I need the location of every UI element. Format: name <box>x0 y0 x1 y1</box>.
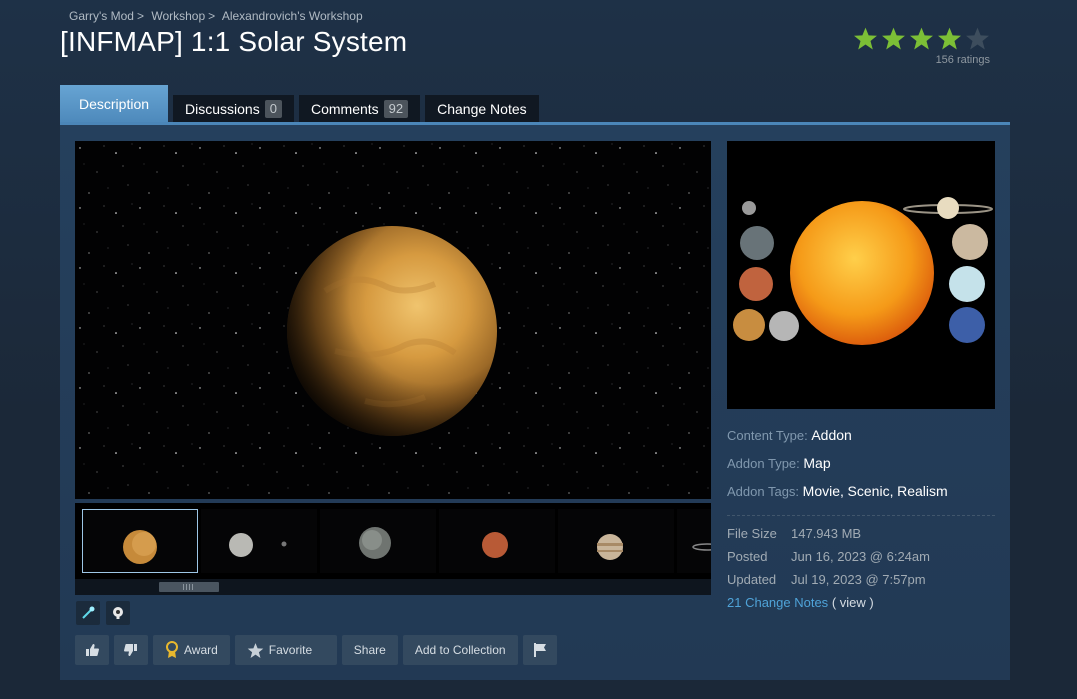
addon-type-link[interactable]: Map <box>803 455 830 471</box>
breadcrumb-author-workshop[interactable]: Alexandrovich's Workshop <box>222 9 363 23</box>
stat-value: 147.943 MB <box>791 526 862 541</box>
detail-label: Content Type: <box>727 428 808 443</box>
main-screenshot[interactable] <box>75 141 711 499</box>
thumbs-down-icon <box>124 644 137 656</box>
page-title: [INFMAP] 1:1 Solar System <box>60 26 408 57</box>
change-notes-link[interactable]: 21 Change Notes <box>727 595 828 610</box>
detail-addon-tags: Addon Tags: Movie, Scenic, Realism <box>727 477 997 505</box>
item-actions: Award Favorite Share Add to Collection <box>75 635 557 665</box>
tag-realism-link[interactable]: Realism <box>897 483 948 499</box>
breadcrumb: Garry's Mod > Workshop > Alexandrovich's W… <box>69 9 363 23</box>
tab-label: Change Notes <box>437 101 527 117</box>
ratings-count: 156 ratings <box>935 54 990 66</box>
tab-bar: Description Discussions 0 Comments 92 Chan… <box>60 85 544 123</box>
share-label: Share <box>353 643 386 657</box>
star-icon <box>938 27 961 50</box>
thumbnail-mars[interactable] <box>439 509 555 573</box>
scrollbar-handle[interactable] <box>159 582 219 592</box>
vote-down-button[interactable] <box>114 635 148 665</box>
description-panel: Award Favorite Share Add to Collection C… <box>60 122 1010 680</box>
thumbnail-scrollbar[interactable] <box>75 579 711 595</box>
count-badge: 92 <box>383 100 409 118</box>
thumbnail-saturn[interactable] <box>677 509 711 573</box>
breadcrumb-separator: > <box>208 9 216 23</box>
tab-description[interactable]: Description <box>60 85 169 123</box>
vote-up-button[interactable] <box>75 635 109 665</box>
thumbnail-moon[interactable] <box>201 509 317 573</box>
report-button[interactable] <box>522 635 557 665</box>
thumbnail-venus[interactable] <box>82 509 198 573</box>
achievement-badges <box>76 601 130 625</box>
badge-brain-icon[interactable] <box>106 601 130 625</box>
star-icon <box>882 27 905 50</box>
comet-icon <box>82 606 95 619</box>
view-change-notes-link[interactable]: ( view ) <box>832 595 874 610</box>
favorite-button[interactable]: Favorite <box>234 635 337 665</box>
stat-file-size: File Size 147.943 MB <box>727 522 997 545</box>
grip-icon <box>183 584 195 590</box>
stat-label: Updated <box>727 572 777 587</box>
share-button[interactable]: Share <box>341 635 398 665</box>
tab-label: Comments <box>310 101 379 117</box>
tag-separator: , <box>840 483 844 499</box>
tag-scenic-link[interactable]: Scenic <box>848 483 890 499</box>
breadcrumb-game[interactable]: Garry's Mod <box>69 9 134 23</box>
moon-thumbnail <box>201 509 317 573</box>
count-badge: 0 <box>264 100 282 118</box>
add-to-collection-button[interactable]: Add to Collection <box>402 635 518 665</box>
tab-label: Discussions <box>185 101 260 117</box>
award-button[interactable]: Award <box>153 635 230 665</box>
stat-label: File Size <box>727 526 777 541</box>
award-label: Award <box>184 643 218 657</box>
tab-change-notes[interactable]: Change Notes <box>425 95 539 123</box>
tag-movie-link[interactable]: Movie <box>803 483 840 499</box>
favorite-label: Favorite <box>268 643 313 657</box>
rating: 156 ratings <box>850 26 990 66</box>
detail-label: Addon Type: <box>727 456 800 471</box>
solar-system-image <box>727 141 995 409</box>
thumbnail-earth[interactable] <box>320 509 436 573</box>
saturn-thumbnail <box>677 509 711 573</box>
flag-icon <box>533 643 546 657</box>
jupiter-thumbnail <box>558 509 674 573</box>
rating-stars <box>850 26 990 51</box>
stat-label: Posted <box>727 549 768 564</box>
change-notes-row: 21 Change Notes ( view ) <box>727 591 997 614</box>
content-type-link[interactable]: Addon <box>811 427 851 443</box>
detail-addon-type: Addon Type: Map <box>727 449 997 477</box>
star-icon <box>910 27 933 50</box>
venus-thumbnail <box>82 509 198 573</box>
breadcrumb-workshop[interactable]: Workshop <box>151 9 205 23</box>
stat-updated: Updated Jul 19, 2023 @ 7:57pm <box>727 568 997 591</box>
details-divider <box>727 515 995 516</box>
tab-discussions[interactable]: Discussions 0 <box>173 95 294 123</box>
thumbs-up-icon <box>86 644 99 656</box>
item-details: Content Type: Addon Addon Type: Map Addo… <box>727 421 997 614</box>
add-to-collection-label: Add to Collection <box>414 643 506 657</box>
favorite-star-icon <box>247 642 264 659</box>
stat-value: Jul 19, 2023 @ 7:57pm <box>791 572 926 587</box>
detail-label: Addon Tags: <box>727 484 800 499</box>
breadcrumb-separator: > <box>136 9 144 23</box>
thumbnail-strip <box>75 503 711 579</box>
preview-image <box>727 141 995 409</box>
earth-thumbnail <box>320 509 436 573</box>
venus-image <box>75 141 711 499</box>
detail-content-type: Content Type: Addon <box>727 421 997 449</box>
brain-icon <box>113 607 123 619</box>
tab-label: Description <box>79 96 150 112</box>
star-icon <box>854 27 877 50</box>
badge-comet-icon[interactable] <box>76 601 100 625</box>
mars-thumbnail <box>439 509 555 573</box>
workshop-item-page: Garry's Mod > Workshop > Alexandrovich's W… <box>0 0 1077 699</box>
thumbnail-jupiter[interactable] <box>558 509 674 573</box>
tag-separator: , <box>889 483 894 499</box>
star-empty-icon <box>966 27 989 50</box>
stat-posted: Posted Jun 16, 2023 @ 6:24am <box>727 545 997 568</box>
award-icon <box>165 641 179 659</box>
stat-value: Jun 16, 2023 @ 6:24am <box>791 549 930 564</box>
tab-comments[interactable]: Comments 92 <box>298 95 421 123</box>
